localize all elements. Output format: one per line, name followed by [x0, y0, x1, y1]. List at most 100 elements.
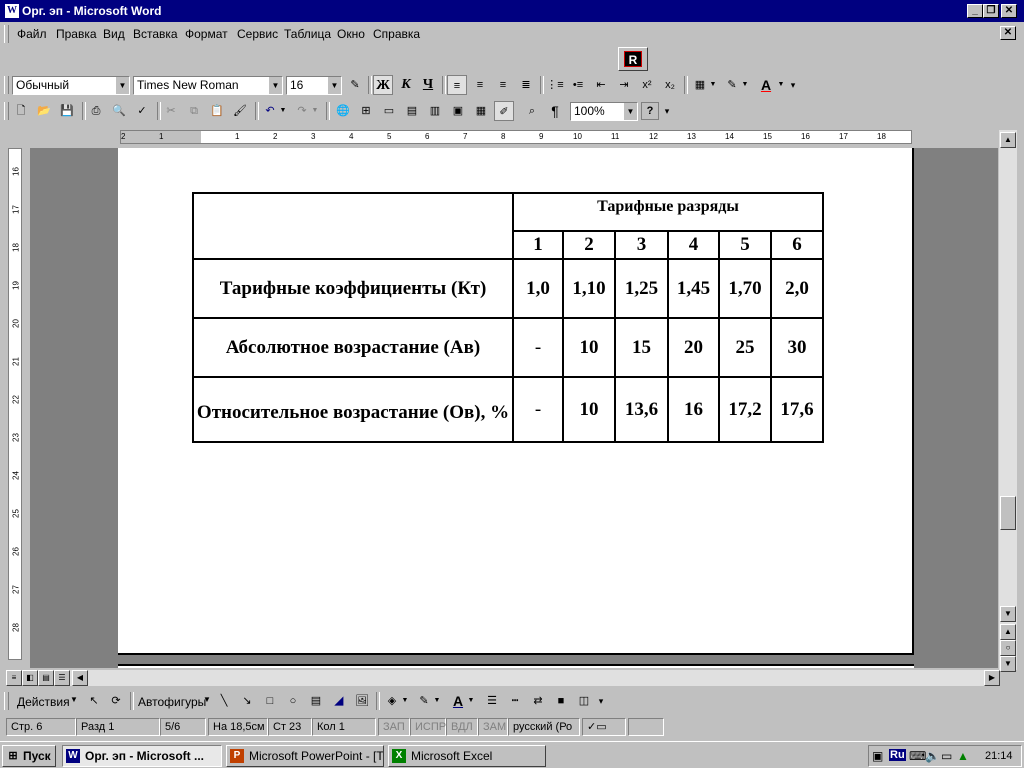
text-box-icon[interactable]: ▤ — [306, 691, 326, 711]
decrease-indent-icon[interactable]: ⇤ — [591, 75, 611, 95]
wordart-icon[interactable]: ◢ — [329, 691, 349, 711]
table-cell[interactable]: 10 — [562, 317, 616, 378]
status-ovr[interactable]: ЗАМ — [478, 718, 508, 736]
redo-icon[interactable]: ↷ — [292, 101, 312, 121]
chevron-down-icon[interactable]: ▼ — [708, 75, 718, 95]
table-cell[interactable]: 13,6 — [614, 376, 669, 443]
close-button[interactable]: ✕ — [1001, 4, 1017, 18]
oval-icon[interactable]: ○ — [283, 691, 303, 711]
browse-object-button[interactable]: ○ — [1000, 640, 1016, 656]
chevron-down-icon[interactable]: ▼ — [327, 77, 341, 94]
table-cell[interactable]: 20 — [667, 317, 720, 378]
status-rec[interactable]: ЗАП — [378, 718, 410, 736]
table-cell[interactable]: 10 — [562, 376, 616, 443]
restore-button[interactable]: ❐ — [983, 4, 999, 18]
arrow-style-icon[interactable]: ⇄ — [528, 691, 548, 711]
format-painter-brush-icon[interactable]: 🖌 — [230, 101, 250, 121]
chevron-down-icon[interactable]: ▼ — [203, 695, 211, 704]
save-icon[interactable]: 💾 — [57, 101, 77, 121]
task-powerpoint[interactable]: P Microsoft PowerPoint - [Те... — [226, 745, 384, 767]
copy-icon[interactable]: ⧉ — [184, 101, 204, 121]
menu-view[interactable]: Вид — [103, 27, 125, 41]
web-view-button[interactable]: ◧ — [22, 670, 38, 686]
undo-icon[interactable]: ↶ — [260, 101, 280, 121]
underline-button[interactable]: Ч — [418, 75, 438, 95]
more-buttons-icon[interactable]: ▾ — [596, 691, 606, 711]
autoshapes-menu[interactable]: Автофигуры — [138, 695, 206, 709]
document-map-icon[interactable]: ▦ — [471, 101, 491, 121]
chevron-down-icon[interactable]: ▼ — [70, 695, 78, 704]
table-grade-cell[interactable]: 5 — [718, 230, 772, 260]
size-combo[interactable]: 16 ▼ — [286, 76, 342, 95]
font-color-icon[interactable]: A — [448, 691, 468, 711]
document-area[interactable]: Тарифные разряды 1 2 3 4 5 6 Тарифные ко… — [30, 148, 998, 668]
task-word[interactable]: W Орг. эп - Microsoft ... — [62, 745, 222, 767]
hyperlink-icon[interactable]: 🌐 — [333, 101, 353, 121]
tray-keyboard-icon[interactable]: ⌨ — [909, 749, 926, 763]
spelling-icon[interactable]: ✓ — [132, 101, 152, 121]
chevron-down-icon[interactable]: ▼ — [466, 691, 476, 711]
document-page[interactable]: Тарифные разряды 1 2 3 4 5 6 Тарифные ко… — [118, 148, 914, 655]
print-icon[interactable]: ⎙ — [86, 101, 106, 121]
scroll-left-button[interactable]: ◀ — [72, 670, 88, 686]
table-cell[interactable]: 17,6 — [770, 376, 824, 443]
start-button[interactable]: ⊞ Пуск — [2, 745, 56, 767]
menu-window[interactable]: Окно — [337, 27, 365, 41]
scroll-thumb[interactable] — [1000, 496, 1016, 530]
paste-icon[interactable]: 📋 — [207, 101, 227, 121]
increase-indent-icon[interactable]: ⇥ — [614, 75, 634, 95]
speaker-icon[interactable]: 🔈 — [925, 749, 940, 763]
table-header-group[interactable]: Тарифные разряды — [512, 192, 824, 232]
chevron-down-icon[interactable]: ▼ — [740, 75, 750, 95]
toolbar-grip[interactable] — [4, 692, 9, 710]
zoom-glass-icon[interactable]: ⌕ — [522, 101, 542, 121]
free-rotate-icon[interactable]: ⟳ — [106, 691, 126, 711]
arrow-icon[interactable]: ↘ — [237, 691, 257, 711]
insert-excel-icon[interactable]: ▤ — [402, 101, 422, 121]
tray-monitor-icon[interactable]: ▭ — [941, 749, 952, 763]
previous-page-button[interactable]: ▲ — [1000, 624, 1016, 640]
line-style-icon[interactable]: ☰ — [482, 691, 502, 711]
fill-color-icon[interactable]: ◈ — [382, 691, 402, 711]
table-cell[interactable]: 1,10 — [562, 258, 616, 319]
table-cell[interactable]: 15 — [614, 317, 669, 378]
align-right-icon[interactable]: ≡ — [493, 75, 513, 95]
table-row-label[interactable]: Тарифные коэффициенты (Кт) — [192, 258, 514, 319]
word-app-icon[interactable]: W — [4, 3, 20, 19]
normal-view-button[interactable]: ≡ — [6, 670, 22, 686]
select-pointer-icon[interactable]: ↖ — [84, 691, 104, 711]
align-justify-icon[interactable]: ≣ — [516, 75, 536, 95]
chevron-down-icon[interactable]: ▼ — [115, 77, 129, 94]
format-painter-icon[interactable]: ✎ — [345, 75, 365, 95]
table-grade-cell[interactable]: 4 — [667, 230, 720, 260]
show-hide-drawing-icon[interactable]: ✐ — [494, 101, 514, 121]
tariff-table[interactable]: Тарифные разряды 1 2 3 4 5 6 Тарифные ко… — [192, 192, 824, 443]
table-cell[interactable]: - — [512, 317, 564, 378]
shadow-icon[interactable]: ■ — [551, 691, 571, 711]
menu-file[interactable]: Файл — [17, 27, 47, 41]
3d-icon[interactable]: ◫ — [574, 691, 594, 711]
tray-language-indicator[interactable]: Ru — [889, 749, 906, 761]
table-grade-cell[interactable]: 6 — [770, 230, 824, 260]
drawing-icon[interactable]: ▣ — [448, 101, 468, 121]
table-row-label[interactable]: Относительное возрастание (Ов), % — [192, 376, 514, 443]
borders-icon[interactable]: ▦ — [690, 75, 710, 95]
font-color-icon[interactable]: A — [756, 75, 776, 95]
menu-tools[interactable]: Сервис — [237, 27, 278, 41]
chevron-down-icon[interactable]: ▼ — [400, 691, 410, 711]
next-page-button[interactable]: ▼ — [1000, 656, 1016, 672]
tray-network-icon[interactable]: ▲ — [957, 749, 969, 763]
table-row-label[interactable]: Абсолютное возрастание (Ав) — [192, 317, 514, 378]
toolbar-grip[interactable] — [4, 102, 9, 120]
scroll-down-button[interactable]: ▼ — [1000, 606, 1016, 622]
toolbar-grip[interactable] — [4, 76, 9, 94]
rectangle-icon[interactable]: □ — [260, 691, 280, 711]
table-cell[interactable]: 1,70 — [718, 258, 772, 319]
horizontal-ruler[interactable]: 2 1 1 2 3 4 5 6 7 8 9 10 11 12 13 14 15 … — [120, 130, 912, 144]
help-button[interactable]: ? — [641, 102, 659, 120]
minimize-button[interactable]: _ — [967, 4, 983, 18]
vertical-ruler[interactable]: 16 17 18 19 20 21 22 23 24 25 26 27 28 — [8, 148, 22, 660]
dash-style-icon[interactable]: ┅ — [505, 691, 525, 711]
table-cell[interactable]: - — [512, 376, 564, 443]
draw-actions-menu[interactable]: Действия — [17, 695, 70, 709]
